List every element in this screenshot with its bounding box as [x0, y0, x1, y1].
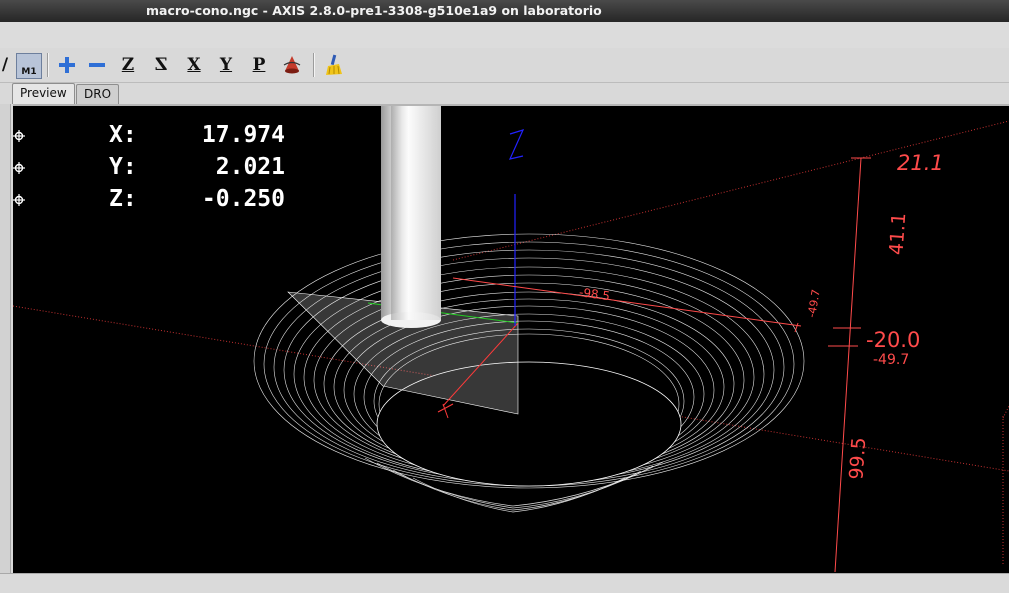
dro-value: 17.974 [201, 122, 285, 148]
dimension-top: 21.1 [897, 151, 944, 175]
window-title: macro-cono.ngc - AXIS 2.8.0-pre1-3308-g5… [146, 3, 602, 18]
tool-model [381, 106, 441, 328]
dro-axis-label: Z: [109, 186, 137, 212]
tool-slash-button[interactable]: / [0, 53, 10, 77]
preview-canvas[interactable]: 21.1 41.1 -20.0 -49.7 99.5 -49.7 -98.5 X… [13, 104, 1009, 573]
status-bar [0, 573, 1009, 593]
toolbar: / M1 Z Z X Y P [0, 48, 1009, 83]
title-bar: macro-cono.ngc - AXIS 2.8.0-pre1-3308-g5… [0, 0, 1009, 22]
dro-axis-label: X: [109, 122, 137, 148]
cone-icon [283, 56, 301, 74]
crosshair-icon [13, 162, 25, 174]
zoom-out-button[interactable] [85, 53, 109, 77]
toolbar-separator [47, 53, 49, 77]
m1-icon: M1 [21, 67, 37, 77]
crosshair-icon [13, 194, 25, 206]
tab-dro[interactable]: DRO [76, 84, 120, 104]
dimension-vertical-1: 41.1 [885, 212, 910, 256]
tab-preview[interactable]: Preview [12, 83, 75, 104]
view-y-icon: Y [219, 55, 233, 75]
broom-icon [326, 54, 342, 75]
dimension-side-1: -20.0 [866, 328, 920, 352]
machine-m1-button[interactable]: M1 [16, 53, 42, 79]
view-z-rotated-icon: Z [154, 55, 168, 75]
dro-value: -0.250 [201, 186, 285, 212]
clear-backplot-button[interactable] [322, 53, 346, 77]
zoom-in-button[interactable] [55, 53, 79, 77]
view-x-button[interactable]: X [182, 53, 206, 77]
zoom-in-icon [59, 57, 75, 73]
view-z-rotated-button[interactable]: Z [149, 53, 173, 77]
dimension-small: -49.7 [805, 288, 823, 318]
dro-axis-label: Y: [109, 154, 137, 180]
dimension-side-2: -49.7 [873, 352, 909, 368]
view-p-icon: P [252, 55, 266, 75]
zoom-out-icon [89, 63, 105, 67]
slash-icon: / [1, 55, 9, 75]
left-panel-edge[interactable] [0, 104, 11, 574]
menu-bar [0, 22, 1009, 49]
dimension-vertical-2: 99.5 [845, 437, 870, 481]
view-y-button[interactable]: Y [214, 53, 238, 77]
dimension-diagonal: -98.5 [578, 285, 611, 303]
z-axis [508, 129, 525, 326]
view-z-button[interactable]: Z [116, 53, 140, 77]
view-p-button[interactable]: P [247, 53, 271, 77]
rotate-view-button[interactable] [280, 53, 304, 77]
view-z-icon: Z [121, 55, 135, 75]
toolbar-separator [313, 53, 315, 77]
dro-value: 2.021 [215, 154, 285, 180]
dro-overlay: X: 17.974 Y: 2.021 Z: -0.250 [13, 106, 313, 216]
crosshair-icon [13, 130, 25, 142]
view-x-icon: X [187, 55, 201, 75]
